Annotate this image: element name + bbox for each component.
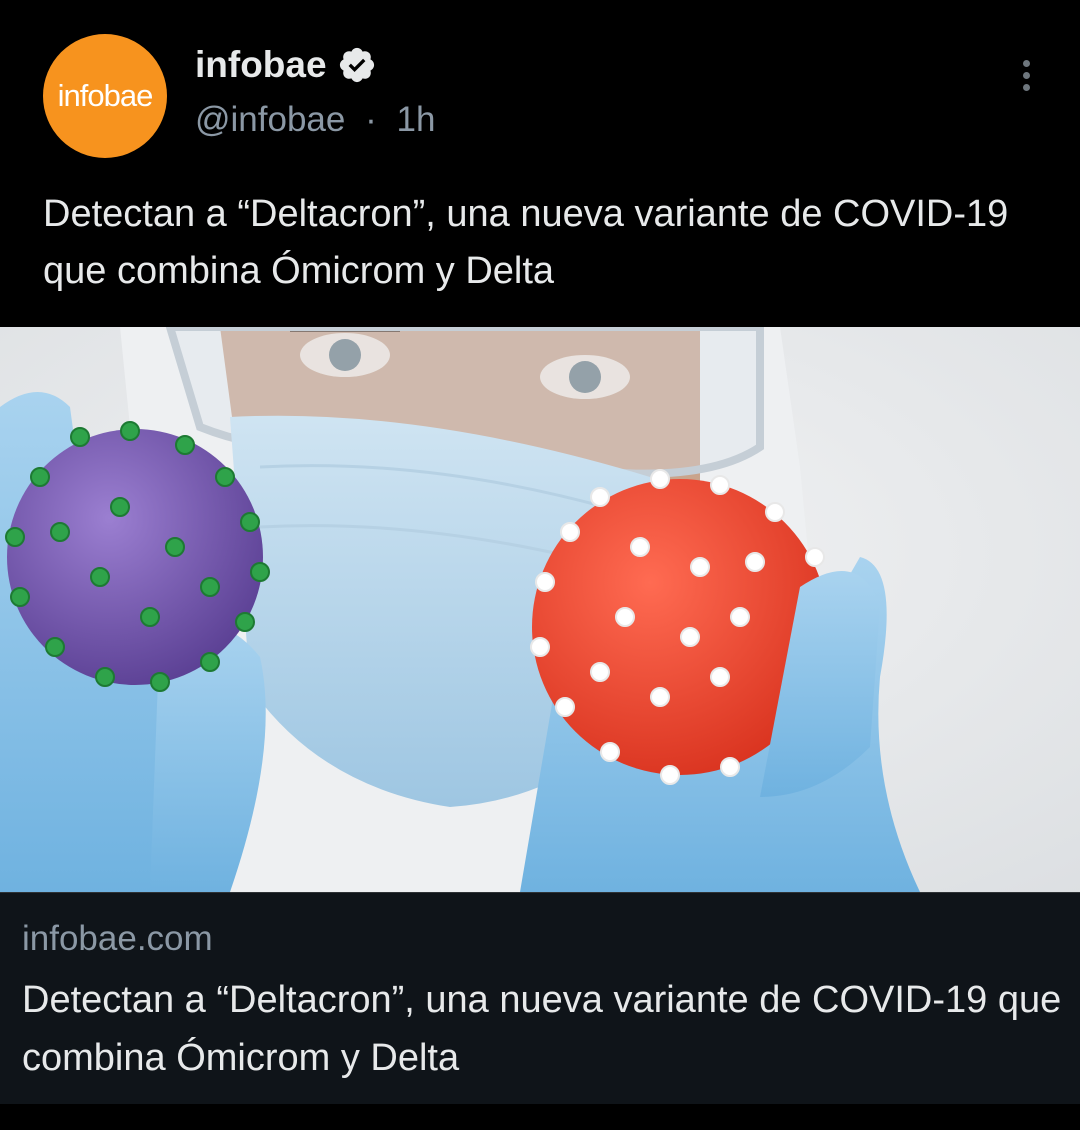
avatar[interactable]: infobae: [43, 34, 167, 158]
card-image[interactable]: [0, 327, 1080, 892]
link-card-footer[interactable]: infobae.com Detectan a “Deltacron”, una …: [0, 892, 1080, 1105]
tweet-text: Detectan a “Deltacron”, una nueva varian…: [43, 193, 1009, 292]
separator: ·: [365, 100, 377, 139]
author-row: infobae: [195, 44, 377, 86]
card-title: Detectan a “Deltacron”, una nueva varian…: [22, 979, 1062, 1079]
more-options-icon[interactable]: [1014, 60, 1038, 94]
scientist-holding-virus-models-image: [0, 327, 1080, 892]
author-handle[interactable]: @infobae: [195, 100, 345, 139]
bottom-edge: [0, 1104, 1080, 1130]
verified-badge-icon: [339, 47, 374, 83]
tweet-header: infobae infobae @infobae · 1h Detectan a…: [0, 0, 1080, 327]
card-domain: infobae.com: [22, 919, 213, 958]
timestamp[interactable]: 1h: [396, 100, 435, 139]
author-name[interactable]: infobae: [195, 44, 327, 86]
handle-row: @infobae · 1h: [195, 100, 435, 140]
avatar-logo-text: infobae: [57, 78, 154, 113]
